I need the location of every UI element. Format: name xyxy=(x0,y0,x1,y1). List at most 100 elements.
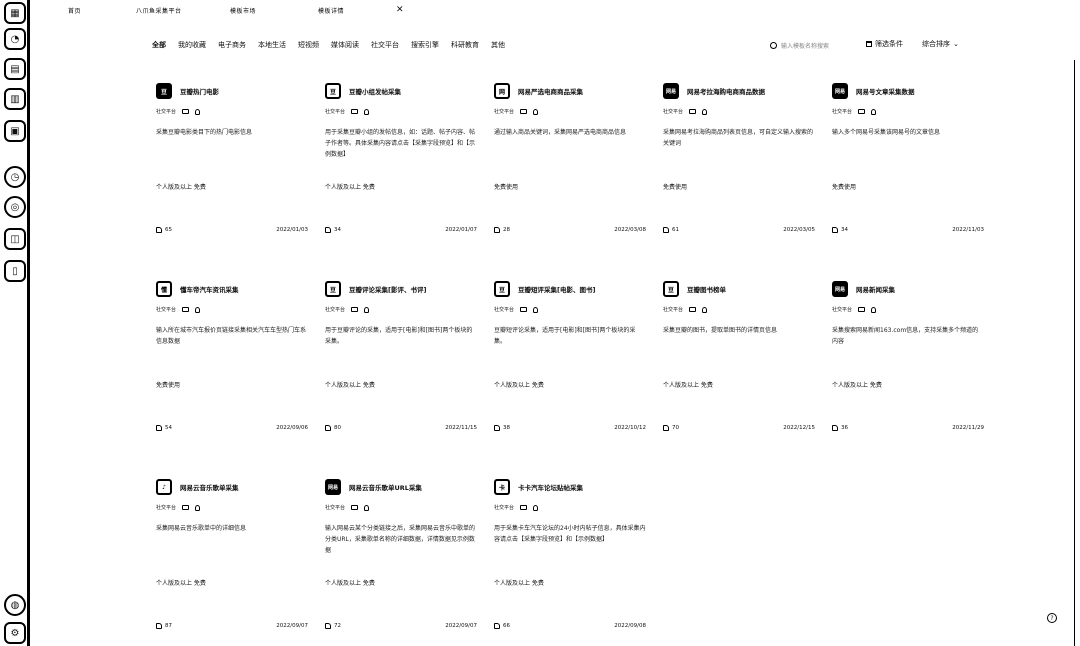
app-logo-icon[interactable]: ▦ xyxy=(4,2,26,24)
template-card[interactable]: 卡 卡卡汽车论坛贴帖采集 社交平台 用于采集卡车汽车论坛的24小时内帖子信息，具… xyxy=(494,478,662,646)
card-tag: 社交平台 xyxy=(156,505,177,511)
template-card[interactable]: 网 网易严选电商商品采集 社交平台 通过输入商品关键词，采集网易严选电商商品信息… xyxy=(494,82,662,280)
message-icon[interactable]: ◎ xyxy=(4,196,26,218)
template-card[interactable]: 豆 豆瓣评论采集[影评、书评] 社交平台 用于豆瓣评论的采集，适用于[电影]和[… xyxy=(325,280,493,478)
card-footer: 34 2022/01/07 xyxy=(325,227,477,233)
like-button[interactable]: 38 xyxy=(494,425,510,431)
template-card[interactable]: 网易 网易考拉海购电商商品数据 社交平台 采集网易考拉海购商品列表页信息，可自定… xyxy=(663,82,831,280)
like-button[interactable]: 34 xyxy=(832,227,848,233)
card-title[interactable]: 豆瓣图书榜单 xyxy=(687,284,726,294)
card-meta: 社交平台 xyxy=(156,504,308,511)
category-all[interactable]: 全部 xyxy=(152,40,166,52)
card-title[interactable]: 网易云音乐歌单URL采集 xyxy=(349,482,422,492)
template-card[interactable]: 网易 网易号文章采集数据 社交平台 输入多个网易号采集该网易号的文章信息 免费使… xyxy=(832,82,1000,280)
template-card[interactable]: 懂 懂车帝汽车资讯采集 社交平台 输入所在城市汽车报价页链接采集相关汽车车型热门… xyxy=(156,280,324,478)
tip-icon xyxy=(364,306,370,313)
device-icon[interactable]: ▯ xyxy=(4,260,26,282)
category-education[interactable]: 科研教育 xyxy=(451,40,479,52)
like-button[interactable]: 28 xyxy=(494,227,510,233)
card-title[interactable]: 网易考拉海购电商商品数据 xyxy=(687,86,765,96)
template-icon[interactable]: ▣ xyxy=(4,120,26,142)
card-description: 豆瓣短评论采集，适用于[电影]和[图书]两个板块的采集。 xyxy=(494,327,636,345)
template-card[interactable]: 网易 网易云音乐歌单URL采集 社交平台 输入网易云某个分类链接之后，采集网易云… xyxy=(325,478,493,646)
tip-icon xyxy=(364,108,370,115)
close-tab-icon[interactable]: ✕ xyxy=(396,5,404,15)
like-button[interactable]: 87 xyxy=(156,623,172,629)
user-icon[interactable]: ◔ xyxy=(4,28,26,50)
card-title[interactable]: 豆瓣评论采集[影评、书评] xyxy=(349,284,426,294)
card-title[interactable]: 卡卡汽车论坛贴帖采集 xyxy=(518,482,583,492)
card-price: 个人版及以上 免费 xyxy=(156,580,206,587)
like-button[interactable]: 66 xyxy=(494,623,510,629)
category-media[interactable]: 媒体阅读 xyxy=(331,40,359,52)
settings-icon[interactable]: ⚙ xyxy=(4,622,26,644)
tip-icon xyxy=(702,108,708,115)
category-social[interactable]: 社交平台 xyxy=(371,40,399,52)
card-title[interactable]: 网易云音乐歌单采集 xyxy=(180,482,239,492)
tab-detail[interactable]: 模板详情 xyxy=(318,6,344,15)
template-card[interactable]: 网易 网易新闻采集 社交平台 采集搜索网易新闻163.com信息，支持采集多个频… xyxy=(832,280,1000,478)
like-button[interactable]: 34 xyxy=(325,227,341,233)
card-meta: 社交平台 xyxy=(156,108,308,115)
data-icon[interactable]: ▥ xyxy=(4,88,26,110)
left-rail: ▦ ◔ ▤ ▥ ▣ ◷ ◎ ◫ ▯ ◍ ⚙ xyxy=(0,0,30,646)
category-local[interactable]: 本地生活 xyxy=(258,40,286,52)
card-header: 懂 懂车帝汽车资讯采集 xyxy=(156,280,308,298)
card-title[interactable]: 豆瓣热门电影 xyxy=(180,86,219,96)
card-price: 个人版及以上 免费 xyxy=(494,382,544,389)
support-icon[interactable]: ◍ xyxy=(4,594,26,616)
tip-icon xyxy=(195,306,201,313)
card-title[interactable]: 豆瓣小组发帖采集 xyxy=(349,86,401,96)
template-logo-icon: 懂 xyxy=(156,281,172,297)
help-icon[interactable]: ? xyxy=(1047,613,1057,623)
card-title[interactable]: 懂车帝汽车资讯采集 xyxy=(180,284,239,294)
card-price: 个人版及以上 免费 xyxy=(325,382,375,389)
like-count: 72 xyxy=(334,623,341,629)
like-button[interactable]: 72 xyxy=(325,623,341,629)
comment-icon xyxy=(351,307,359,312)
category-favorites[interactable]: 我的收藏 xyxy=(178,40,206,52)
filter-button[interactable]: 筛选条件 xyxy=(866,39,903,49)
card-title[interactable]: 网易严选电商商品采集 xyxy=(518,86,583,96)
team-icon[interactable]: ◫ xyxy=(4,228,26,250)
card-footer: 72 2022/09/07 xyxy=(325,623,477,629)
tab-bar: 首页 八爪鱼采集平台 模板市场 模板详情 ✕ xyxy=(30,0,1080,22)
card-meta: 社交平台 xyxy=(832,108,984,115)
template-grid: 豆 豆瓣热门电影 社交平台 采集豆瓣电影类目下的热门电影信息 个人版及以上 免费… xyxy=(156,82,984,646)
task-icon[interactable]: ▤ xyxy=(4,58,26,80)
search-input[interactable]: 输入模板名称搜索 xyxy=(770,39,860,51)
like-button[interactable]: 54 xyxy=(156,425,172,431)
category-other[interactable]: 其他 xyxy=(491,40,505,52)
card-description: 输入网易云某个分类链接之后，采集网易云音乐中歌单的分类URL，采集歌单名称的详细… xyxy=(325,525,476,554)
card-header: 卡 卡卡汽车论坛贴帖采集 xyxy=(494,478,646,496)
like-button[interactable]: 65 xyxy=(156,227,172,233)
like-count: 65 xyxy=(165,227,172,233)
clock-icon[interactable]: ◷ xyxy=(4,166,26,188)
template-card[interactable]: 豆 豆瓣小组发帖采集 社交平台 用于采集豆瓣小组的发帖信息，如：话题、帖子内容、… xyxy=(325,82,493,280)
card-meta: 社交平台 xyxy=(156,306,308,313)
like-count: 38 xyxy=(503,425,510,431)
vertical-scrollbar[interactable] xyxy=(1074,60,1078,646)
template-card[interactable]: 豆 豆瓣热门电影 社交平台 采集豆瓣电影类目下的热门电影信息 个人版及以上 免费… xyxy=(156,82,324,280)
category-ecommerce[interactable]: 电子商务 xyxy=(218,40,246,52)
like-button[interactable]: 80 xyxy=(325,425,341,431)
thumb-up-icon xyxy=(663,425,669,431)
like-button[interactable]: 70 xyxy=(663,425,679,431)
sort-dropdown[interactable]: 综合排序 ⌄ xyxy=(922,39,959,49)
like-button[interactable]: 61 xyxy=(663,227,679,233)
card-title[interactable]: 网易新闻采集 xyxy=(856,284,895,294)
tab-platform[interactable]: 八爪鱼采集平台 xyxy=(136,6,182,15)
card-meta: 社交平台 xyxy=(494,108,646,115)
card-title[interactable]: 豆瓣短评采集[电影、图书] xyxy=(518,284,595,294)
template-card[interactable]: 豆 豆瓣图书榜单 社交平台 采集豆瓣的图书，提取单图书的详情页信息 个人版及以上… xyxy=(663,280,831,478)
like-button[interactable]: 36 xyxy=(832,425,848,431)
category-video[interactable]: 短视频 xyxy=(298,40,319,52)
category-search[interactable]: 搜索引擎 xyxy=(411,40,439,52)
template-card[interactable]: ♪ 网易云音乐歌单采集 社交平台 采集网易云音乐歌单中的详细信息 个人版及以上 … xyxy=(156,478,324,646)
tab-market[interactable]: 模板市场 xyxy=(230,6,256,15)
card-title[interactable]: 网易号文章采集数据 xyxy=(856,86,915,96)
card-tag: 社交平台 xyxy=(663,307,684,313)
tab-home[interactable]: 首页 xyxy=(68,6,81,15)
thumb-up-icon xyxy=(832,227,838,233)
template-card[interactable]: 豆 豆瓣短评采集[电影、图书] 社交平台 豆瓣短评论采集，适用于[电影]和[图书… xyxy=(494,280,662,478)
